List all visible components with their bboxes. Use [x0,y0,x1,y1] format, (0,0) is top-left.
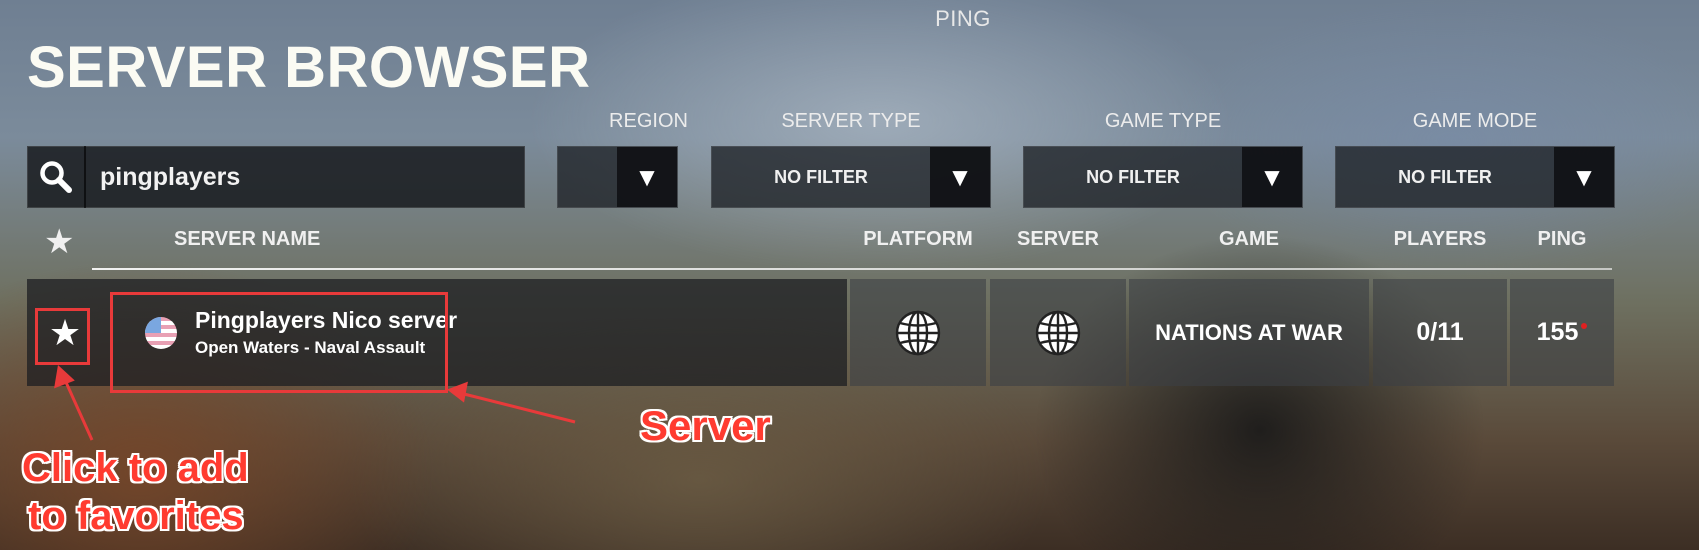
server-hint-text: Server [640,402,771,449]
annotation-arrows [54,365,576,441]
favorite-hint-text: Click to add to favorites [22,444,249,540]
favorite-hint-line-1: Click to add [22,446,249,490]
favorite-hint-line-2: to favorites [28,494,244,538]
